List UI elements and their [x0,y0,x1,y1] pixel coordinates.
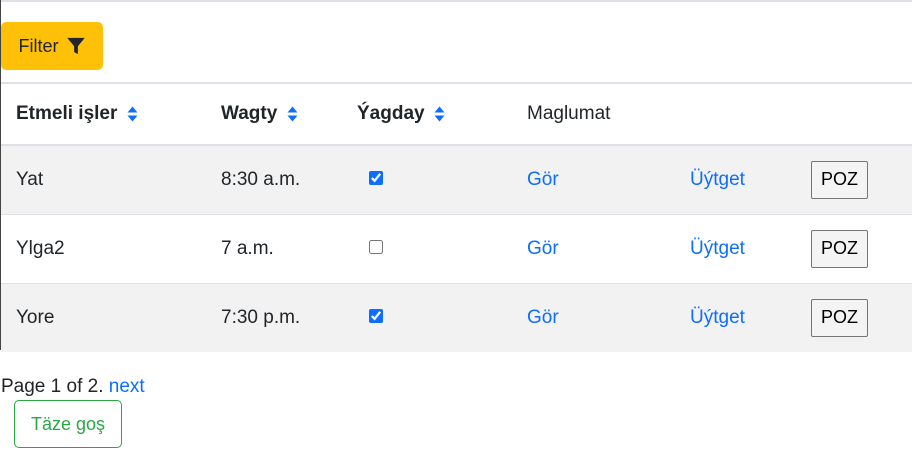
column-header-status[interactable]: Ýagday [354,82,512,146]
column-header-task-label: Etmeli işler [16,103,118,124]
edit-cell: Üýtget [675,145,796,214]
delete-button[interactable]: POZ [811,160,868,199]
view-cell: Gör [512,145,675,214]
funnel-icon [66,37,85,55]
view-link[interactable]: Gör [527,169,559,190]
task-time: 8:30 a.m. [221,168,301,190]
view-link[interactable]: Gör [527,238,559,259]
view-cell: Gör [512,213,675,283]
sort-arrows-icon[interactable] [127,106,138,122]
sort-arrows-icon[interactable] [287,106,298,122]
add-new-button[interactable]: Täze goş [14,400,122,448]
column-header-delete [796,82,912,146]
status-checkbox[interactable] [369,239,383,254]
status-cell [354,213,512,283]
tasks-table: Etmeli işler Wagty Ýagday Maglumat Yat 8… [1,82,912,352]
task-time: 7:30 p.m. [206,282,354,352]
delete-button[interactable]: POZ [811,298,868,337]
pagination-text: Page 1 of 2. [1,376,104,397]
view-cell: Gör [512,282,675,352]
filter-label: Filter [18,35,59,56]
edit-link[interactable]: Üýtget [690,307,745,328]
status-checkbox[interactable] [369,308,383,323]
status-cell [354,145,512,214]
task-name: Yat [16,168,44,190]
table-header-row: Etmeli işler Wagty Ýagday Maglumat [1,82,912,146]
table-row: Ylga2 7 a.m. Gör Üýtget POZ [1,213,912,283]
column-header-time[interactable]: Wagty [206,82,354,146]
column-header-info: Maglumat [512,82,675,146]
status-cell [354,282,512,352]
task-name: Yore [1,282,206,352]
delete-cell: POZ [796,213,912,283]
edit-cell: Üýtget [675,282,796,352]
pagination: Page 1 of 2. next [1,376,145,398]
edit-cell: Üýtget [675,213,796,283]
column-header-info-label: Maglumat [527,103,611,124]
edit-link[interactable]: Üýtget [690,238,745,259]
column-header-time-label: Wagty [221,103,278,124]
view-link[interactable]: Gör [527,307,559,328]
delete-button[interactable]: POZ [811,229,868,268]
column-header-edit [675,82,796,146]
sort-arrows-icon[interactable] [434,106,445,122]
task-time: 7 a.m. [206,213,354,283]
delete-cell: POZ [796,282,912,352]
delete-cell: POZ [796,145,912,214]
column-header-status-label: Ýagday [357,103,425,124]
next-page-link[interactable]: next [109,376,145,397]
column-header-task[interactable]: Etmeli işler [1,82,206,146]
table-row: Yore 7:30 p.m. Gör Üýtget POZ [1,282,912,352]
edit-link[interactable]: Üýtget [690,169,745,190]
filter-button[interactable]: Filter [1,22,103,70]
status-checkbox[interactable] [369,170,383,185]
top-border [0,0,912,2]
task-name: Ylga2 [1,213,206,283]
table-row: Yat 8:30 a.m. Gör Üýtget POZ [1,145,912,214]
